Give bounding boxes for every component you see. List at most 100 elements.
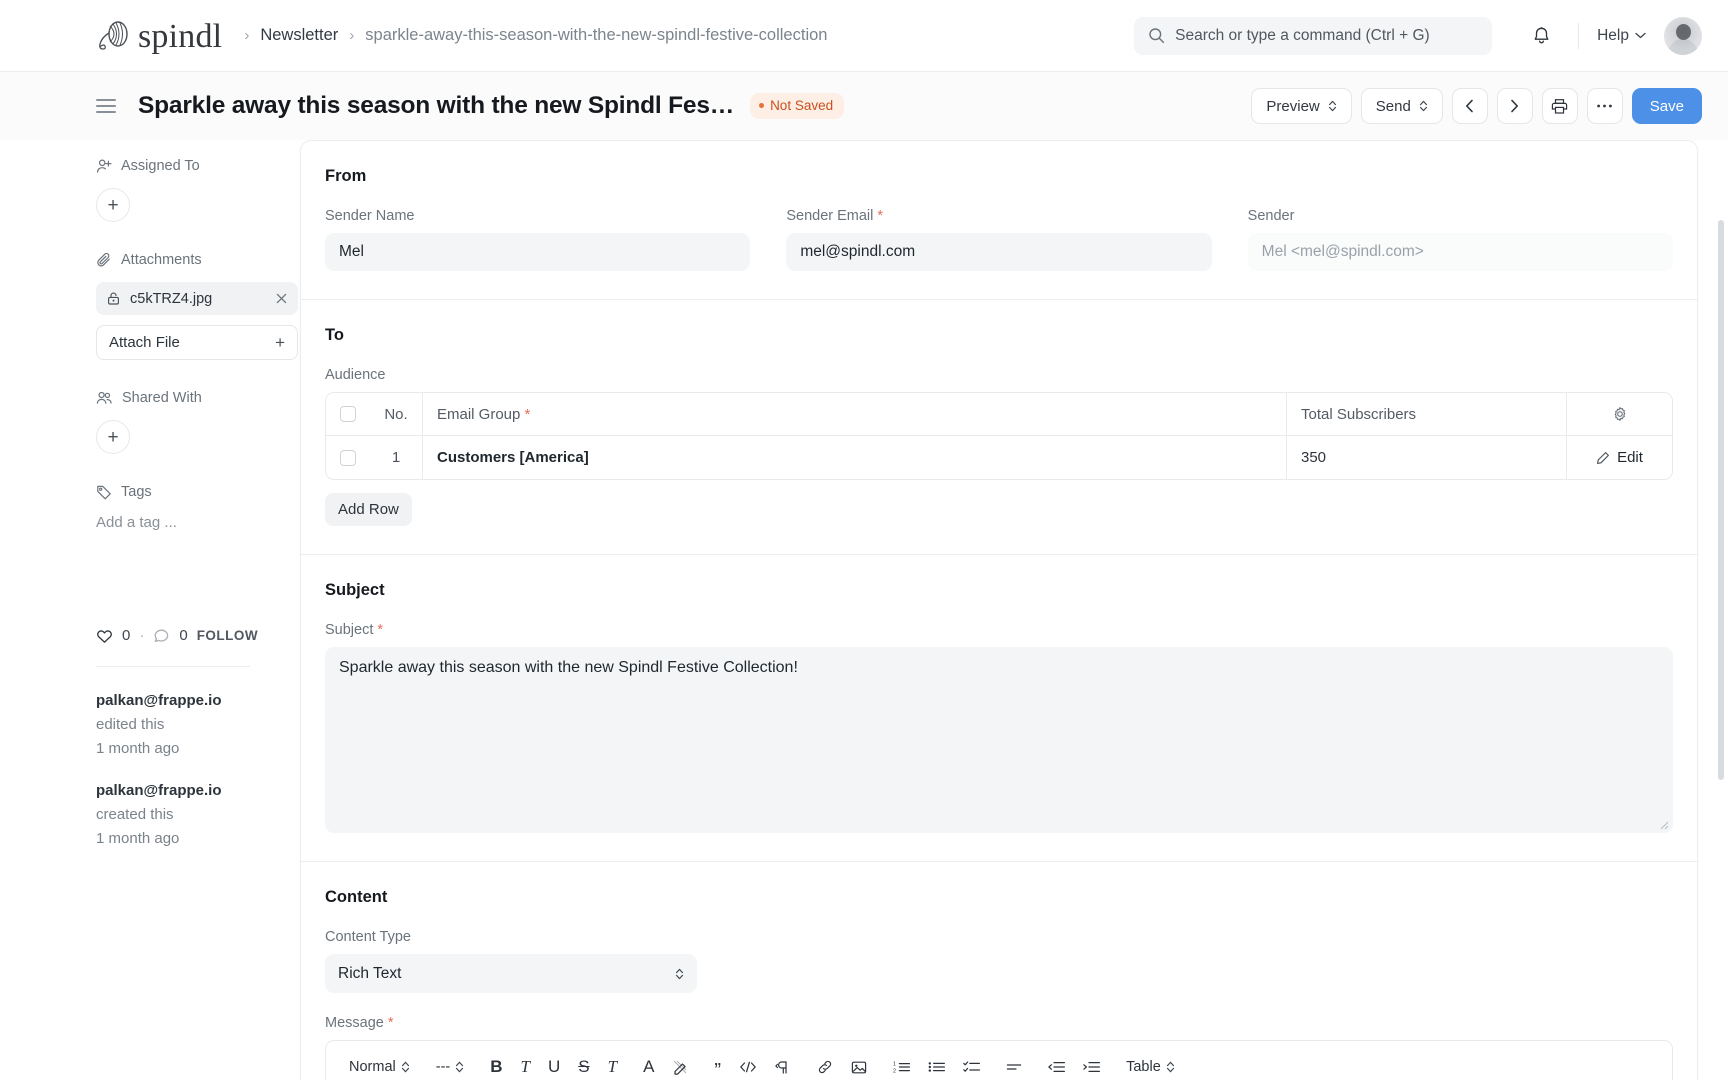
search-placeholder: Search or type a command (Ctrl + G) xyxy=(1175,27,1430,45)
activity-action: edited this xyxy=(96,716,164,733)
italic-button[interactable]: T xyxy=(512,1051,539,1080)
bullet-list-icon xyxy=(928,1060,945,1074)
attach-file-label: Attach File xyxy=(109,334,180,351)
indent-button[interactable] xyxy=(1074,1051,1109,1080)
row-email-group[interactable]: Customers [America] xyxy=(422,436,1286,479)
next-document-button[interactable] xyxy=(1497,88,1533,124)
follow-button[interactable]: FOLLOW xyxy=(197,628,258,643)
tags-label: Tags xyxy=(121,484,152,500)
page-scrollbar[interactable] xyxy=(1718,220,1724,780)
breadcrumb-separator-1: › xyxy=(244,27,249,44)
breadcrumb-current[interactable]: sparkle-away-this-season-with-the-new-sp… xyxy=(365,26,827,45)
text-color-button[interactable]: A xyxy=(634,1051,663,1080)
send-button[interactable]: Send xyxy=(1361,88,1443,124)
search-input[interactable]: Search or type a command (Ctrl + G) xyxy=(1134,17,1492,55)
svg-text:2: 2 xyxy=(893,1069,896,1074)
sender-name-input[interactable]: Mel xyxy=(325,233,750,271)
link-button[interactable] xyxy=(808,1051,842,1080)
outdent-button[interactable] xyxy=(1039,1051,1074,1080)
sender-email-input[interactable]: mel@spindl.com xyxy=(786,233,1211,271)
navbar-right-group: Search or type a command (Ctrl + G) Help xyxy=(1134,17,1702,55)
attach-file-button[interactable]: Attach File + xyxy=(96,325,298,360)
bullet-list-button[interactable] xyxy=(919,1051,954,1080)
help-menu[interactable]: Help xyxy=(1597,27,1646,45)
chevron-updown-icon xyxy=(1419,100,1428,112)
sender-label: Sender xyxy=(1248,208,1673,224)
text-direction-button[interactable] xyxy=(766,1051,800,1080)
heart-icon[interactable] xyxy=(96,628,113,644)
content-section-title: Content xyxy=(325,888,1673,907)
avatar-shading xyxy=(1664,17,1702,55)
preview-button[interactable]: Preview xyxy=(1251,88,1351,124)
highlight-button[interactable] xyxy=(663,1051,697,1080)
column-header-email-group-text: Email Group xyxy=(437,406,520,423)
checklist-button[interactable] xyxy=(954,1051,989,1080)
print-button[interactable] xyxy=(1542,88,1578,124)
strikethrough-button[interactable]: S xyxy=(569,1051,598,1080)
page-body: Assigned To + Attachments xyxy=(0,140,1728,1080)
brand-logo[interactable]: spindl xyxy=(96,19,222,53)
text-color-icon: A xyxy=(643,1057,654,1077)
sender-name-field-group: Sender Name Mel xyxy=(325,208,750,271)
blockquote-button[interactable]: ” xyxy=(705,1051,730,1080)
sender-input: Mel <mel@spindl.com> xyxy=(1248,233,1673,271)
user-plus-icon xyxy=(96,158,112,174)
shared-with-label: Shared With xyxy=(122,390,202,406)
users-icon xyxy=(96,390,113,406)
code-button[interactable] xyxy=(730,1051,766,1080)
breadcrumb-parent[interactable]: Newsletter xyxy=(260,26,338,45)
spindle-logo-icon xyxy=(96,19,132,53)
content-type-select[interactable]: Rich Text xyxy=(325,954,697,993)
brand-name: spindl xyxy=(138,20,222,54)
table-header-row: No. Email Group * Total Subscribers xyxy=(326,393,1672,435)
search-icon xyxy=(1148,27,1165,44)
table-menu[interactable]: Table xyxy=(1117,1051,1184,1080)
required-marker: * xyxy=(873,208,883,224)
more-actions-button[interactable] xyxy=(1587,88,1623,124)
resize-handle-icon[interactable] xyxy=(1658,819,1669,830)
activity-user[interactable]: palkan@frappe.io xyxy=(96,782,222,799)
svg-text:1: 1 xyxy=(893,1062,896,1068)
rich-text-toolbar: Normal --- xyxy=(325,1040,1673,1080)
image-button[interactable] xyxy=(842,1051,876,1080)
highlight-icon xyxy=(672,1059,688,1075)
help-label: Help xyxy=(1597,27,1629,45)
row-total-subscribers[interactable]: 350 xyxy=(1286,436,1566,479)
underline-button[interactable]: U xyxy=(539,1051,569,1080)
add-tag-input[interactable]: Add a tag ... xyxy=(96,514,272,531)
sender-field-group: Sender Mel <mel@spindl.com> xyxy=(1248,208,1673,271)
align-button[interactable] xyxy=(997,1051,1031,1080)
bell-icon[interactable] xyxy=(1522,17,1560,55)
table-settings-button[interactable] xyxy=(1566,393,1672,435)
gear-icon xyxy=(1612,406,1628,422)
row-edit-button[interactable]: Edit xyxy=(1566,436,1672,479)
attachment-item[interactable]: c5kTRZ4.jpg xyxy=(96,282,298,315)
sender-email-field-group: Sender Email * mel@spindl.com xyxy=(786,208,1211,271)
comment-icon[interactable] xyxy=(153,628,170,644)
row-checkbox[interactable] xyxy=(326,436,370,479)
breadcrumb: › Newsletter › sparkle-away-this-season-… xyxy=(244,26,827,45)
chevron-updown-icon xyxy=(455,1061,464,1073)
content-type-label: Content Type xyxy=(325,929,1673,945)
bold-button[interactable]: B xyxy=(481,1051,511,1080)
add-row-button[interactable]: Add Row xyxy=(325,493,412,526)
clear-format-button[interactable]: T xyxy=(599,1051,626,1080)
activity-user[interactable]: palkan@frappe.io xyxy=(96,692,222,709)
shared-with-header: Shared With xyxy=(96,390,272,406)
add-assignee-button[interactable]: + xyxy=(96,188,130,222)
save-button[interactable]: Save xyxy=(1632,88,1702,124)
sender-name-label: Sender Name xyxy=(325,208,750,224)
top-navbar: spindl › Newsletter › sparkle-away-this-… xyxy=(0,0,1728,72)
select-all-checkbox[interactable] xyxy=(326,393,370,435)
avatar[interactable] xyxy=(1664,17,1702,55)
paragraph-style-select[interactable]: Normal xyxy=(340,1051,419,1080)
add-shared-user-button[interactable]: + xyxy=(96,420,130,454)
previous-document-button[interactable] xyxy=(1452,88,1488,124)
status-dot-icon xyxy=(759,103,764,108)
subject-textarea[interactable]: Sparkle away this season with the new Sp… xyxy=(325,647,1673,833)
table-row[interactable]: 1 Customers [America] 350 Edit xyxy=(326,435,1672,479)
to-section-title: To xyxy=(325,326,1673,345)
font-size-select[interactable]: --- xyxy=(427,1051,474,1080)
ordered-list-button[interactable]: 1 2 xyxy=(884,1051,919,1080)
hamburger-menu-icon[interactable] xyxy=(96,95,116,117)
